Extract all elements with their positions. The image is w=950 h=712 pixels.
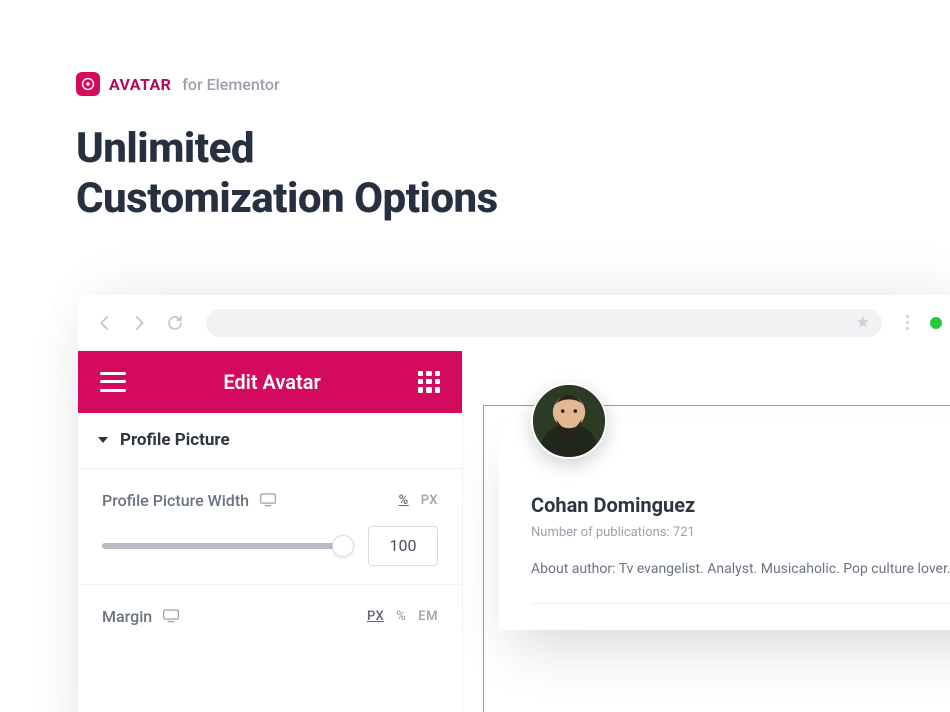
reload-icon[interactable] [164, 312, 186, 334]
author-name: Cohan Dominguez [531, 493, 950, 517]
page-headline: Unlimited Customization Options [76, 124, 950, 225]
address-bar[interactable] [206, 309, 882, 337]
unit-px[interactable]: PX [367, 609, 384, 624]
unit-em[interactable]: EM [418, 609, 438, 624]
panel-header: Edit Avatar [78, 351, 462, 413]
preview-canvas: Cohan Dominguez Number of publications: … [463, 351, 950, 712]
width-value-input[interactable]: 100 [368, 526, 438, 566]
brand-logo-icon [76, 72, 100, 96]
browser-toolbar [78, 295, 950, 351]
card-divider [531, 603, 950, 604]
responsive-desktop-icon[interactable] [259, 493, 277, 507]
section-profile-picture[interactable]: Profile Picture [78, 413, 462, 469]
slider-thumb[interactable] [332, 535, 354, 557]
publications-label: Number of publications: [531, 525, 670, 540]
width-label: Profile Picture Width [102, 491, 249, 510]
about-text: Tv evangelist. Analyst. Musicaholic. Pop… [619, 561, 950, 577]
browser-mock: Edit Avatar Profile Picture Profile Pict… [78, 295, 950, 712]
brand-name: AVATAR [109, 75, 171, 94]
app-body: Edit Avatar Profile Picture Profile Pict… [78, 351, 950, 712]
back-icon[interactable] [94, 312, 116, 334]
chevron-down-icon [98, 437, 108, 443]
bookmark-star-icon[interactable] [856, 313, 870, 332]
slider-fill [102, 543, 352, 549]
publications-count: 721 [673, 525, 695, 540]
green-dot-icon [930, 317, 942, 329]
section-title: Profile Picture [120, 430, 230, 450]
unit-percent[interactable]: % [396, 609, 406, 624]
editor-panel: Edit Avatar Profile Picture Profile Pict… [78, 351, 463, 712]
author-about: About author: Tv evangelist. Analyst. Mu… [531, 558, 950, 581]
margin-unit-switch[interactable]: PX % EM [367, 609, 438, 624]
control-profile-picture-width: Profile Picture Width % PX [78, 469, 462, 585]
unit-percent[interactable]: % [399, 493, 409, 508]
responsive-desktop-icon[interactable] [162, 609, 180, 623]
forward-icon[interactable] [128, 312, 150, 334]
author-card: Cohan Dominguez Number of publications: … [499, 421, 950, 630]
browser-menu-icon[interactable] [898, 315, 916, 330]
window-controls [930, 317, 950, 329]
brand-suffix: for Elementor [182, 75, 279, 94]
width-unit-switch[interactable]: % PX [399, 493, 438, 508]
brand-row: AVATAR for Elementor [76, 72, 950, 96]
widgets-grid-icon[interactable] [418, 371, 440, 393]
panel-title: Edit Avatar [223, 370, 320, 394]
headline-line1: Unlimited [76, 124, 254, 173]
width-slider[interactable] [102, 543, 352, 549]
avatar [531, 383, 607, 459]
publications-meta: Number of publications: 721 [531, 525, 950, 540]
control-margin: Margin PX % EM [78, 585, 462, 632]
unit-px[interactable]: PX [421, 493, 438, 508]
margin-label: Margin [102, 607, 152, 626]
menu-icon[interactable] [100, 372, 126, 392]
about-label: About author: [531, 561, 616, 577]
headline-line2: Customization Options [76, 174, 498, 223]
